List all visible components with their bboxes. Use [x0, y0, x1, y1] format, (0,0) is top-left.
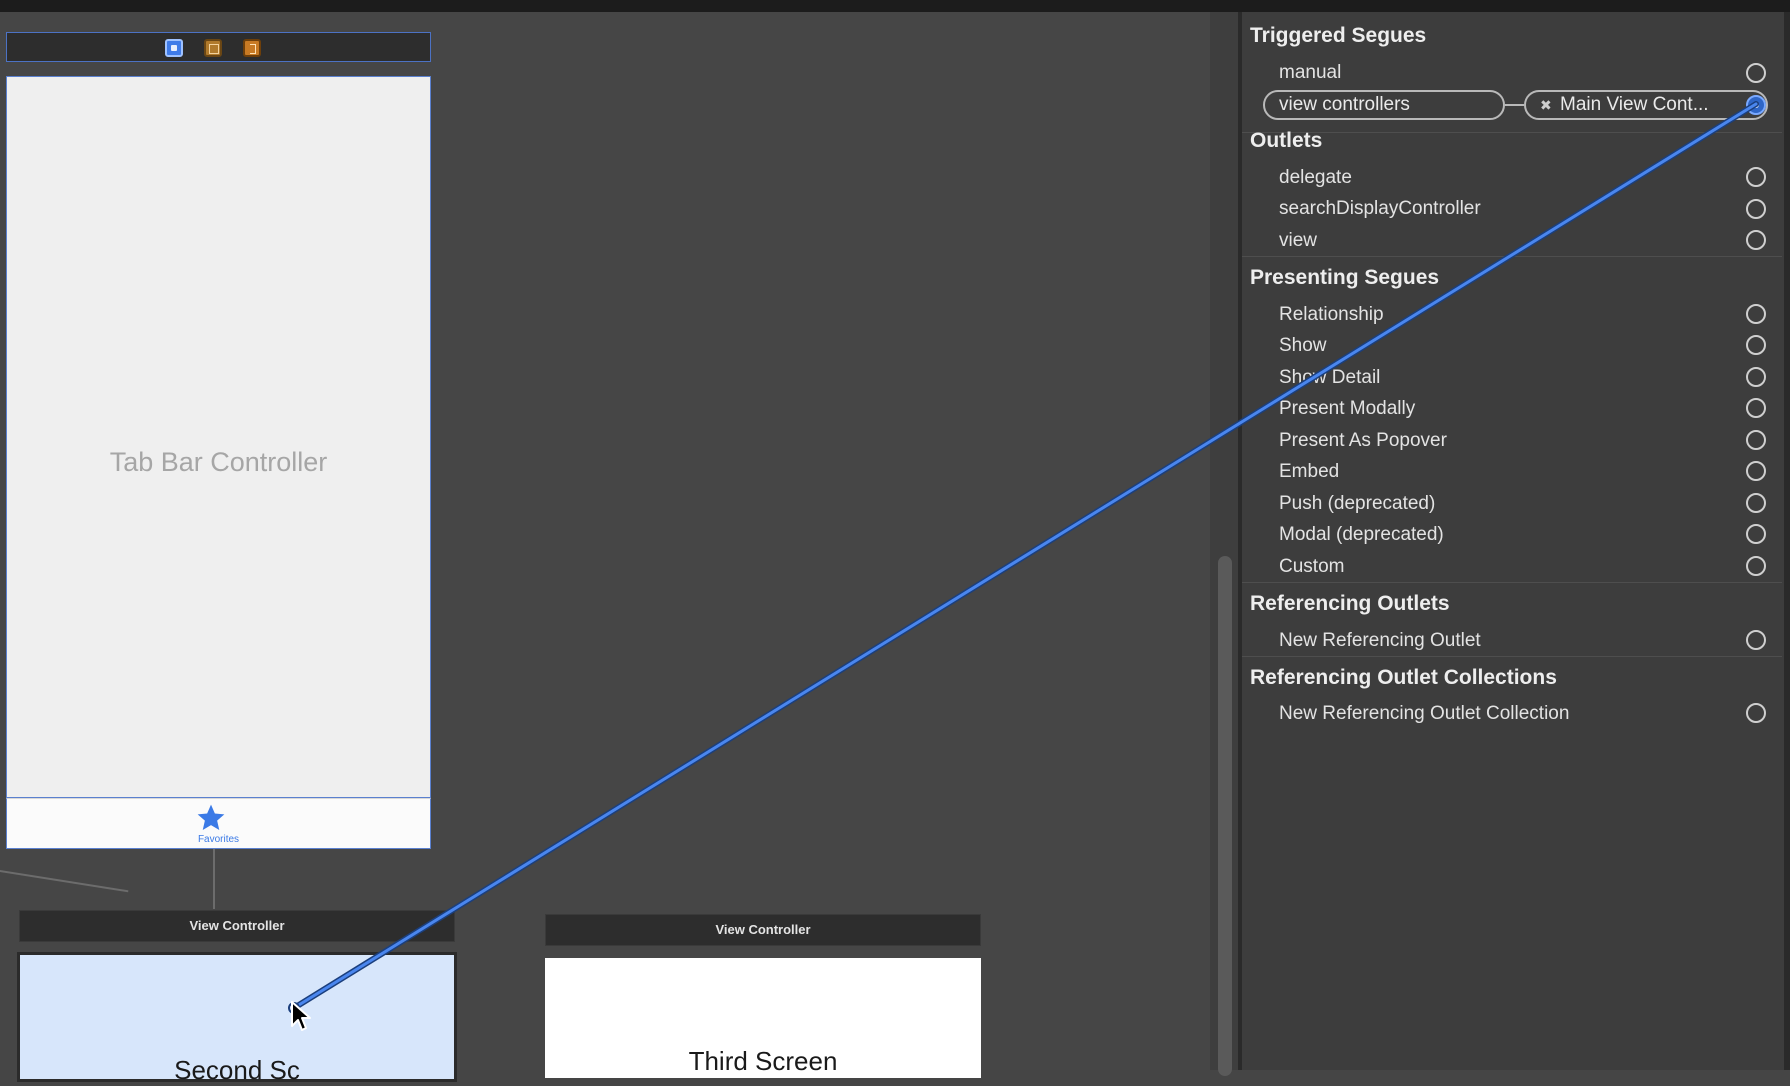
- connection-target[interactable]: ✖ Main View Cont...: [1524, 90, 1768, 120]
- view-controller-icon[interactable]: [165, 39, 183, 57]
- relationship-connector: [213, 849, 215, 909]
- view-controller-scene-header[interactable]: View Controller: [545, 914, 981, 946]
- connection-well[interactable]: [1746, 630, 1766, 650]
- section-title-referencing-outlet-collections: Referencing Outlet Collections: [1250, 666, 1557, 689]
- segue-custom: Custom: [1279, 556, 1345, 577]
- divider: [1242, 656, 1782, 657]
- tab-bar-controller-title: Tab Bar Controller: [109, 447, 328, 477]
- connection-source-label: view controllers: [1279, 94, 1410, 115]
- view-controller-scene-header[interactable]: View Controller: [19, 910, 455, 942]
- tab-bar-controller-scene[interactable]: Tab Bar Controller: [6, 76, 431, 798]
- window-edge: [1784, 12, 1790, 1070]
- segue-present-as-popover: Present As Popover: [1279, 430, 1447, 451]
- segue-present-modally: Present Modally: [1279, 398, 1416, 419]
- connection-link: [1505, 104, 1524, 106]
- segue-push-deprecated: Push (deprecated): [1279, 493, 1436, 514]
- new-referencing-outlet-collection: New Referencing Outlet Collection: [1279, 703, 1570, 724]
- exit-icon[interactable]: [243, 39, 261, 57]
- connection-well[interactable]: [1746, 335, 1766, 355]
- connection-well[interactable]: [1746, 167, 1766, 187]
- remove-connection-icon[interactable]: ✖: [1540, 92, 1552, 118]
- connection-well[interactable]: [1746, 524, 1766, 544]
- first-responder-icon[interactable]: [204, 39, 222, 57]
- section-title-triggered-segues: Triggered Segues: [1250, 24, 1427, 47]
- section-title-referencing-outlets: Referencing Outlets: [1250, 592, 1450, 615]
- segue-manual: manual: [1279, 62, 1342, 83]
- new-referencing-outlet: New Referencing Outlet: [1279, 630, 1481, 651]
- divider: [1242, 582, 1782, 583]
- connection-well[interactable]: [1746, 95, 1766, 115]
- connection-well[interactable]: [1746, 199, 1766, 219]
- segue-embed: Embed: [1279, 461, 1340, 482]
- scene-title-label: Third Screen: [688, 1046, 838, 1076]
- connection-target-label: Main View Cont...: [1560, 94, 1709, 115]
- divider: [1242, 132, 1782, 133]
- segue-relationship: Relationship: [1279, 304, 1384, 325]
- outlet-delegate: delegate: [1279, 167, 1352, 188]
- connection-well[interactable]: [1746, 556, 1766, 576]
- star-icon: [197, 804, 225, 830]
- connection-well[interactable]: [1746, 230, 1766, 250]
- window-top-bar: [0, 0, 1790, 12]
- connection-well[interactable]: [1746, 63, 1766, 83]
- segue-show: Show: [1279, 335, 1327, 356]
- outlet-search-display-controller: searchDisplayController: [1279, 198, 1481, 219]
- tab-bar[interactable]: Favorites: [6, 798, 431, 849]
- canvas-scrollbar[interactable]: [1218, 556, 1232, 1076]
- connections-inspector: Triggered Segues manual view controllers…: [1242, 12, 1790, 1070]
- segue-show-detail: Show Detail: [1279, 367, 1381, 388]
- view-controller-scene-third[interactable]: Third Screen: [545, 958, 981, 1078]
- connection-well[interactable]: [1746, 367, 1766, 387]
- tab-item-label: Favorites: [197, 834, 240, 845]
- tab-bar-controller-scene-dock[interactable]: [6, 32, 431, 62]
- divider: [1242, 256, 1782, 257]
- connection-view-controllers[interactable]: view controllers: [1263, 90, 1505, 120]
- view-controller-scene-second[interactable]: Second Sc: [17, 952, 457, 1085]
- connection-well[interactable]: [1746, 493, 1766, 513]
- connection-well[interactable]: [1746, 304, 1766, 324]
- section-title-presenting-segues: Presenting Segues: [1250, 266, 1440, 289]
- outlet-view: view: [1279, 230, 1318, 251]
- connection-well[interactable]: [1746, 430, 1766, 450]
- segue-modal-deprecated: Modal (deprecated): [1279, 524, 1444, 545]
- mouse-cursor-icon: [291, 1001, 311, 1031]
- connection-well[interactable]: [1746, 398, 1766, 418]
- connection-well[interactable]: [1746, 461, 1766, 481]
- scene-title-label: Second Sc: [174, 1055, 300, 1085]
- connection-well[interactable]: [1746, 703, 1766, 723]
- section-title-outlets: Outlets: [1250, 129, 1323, 152]
